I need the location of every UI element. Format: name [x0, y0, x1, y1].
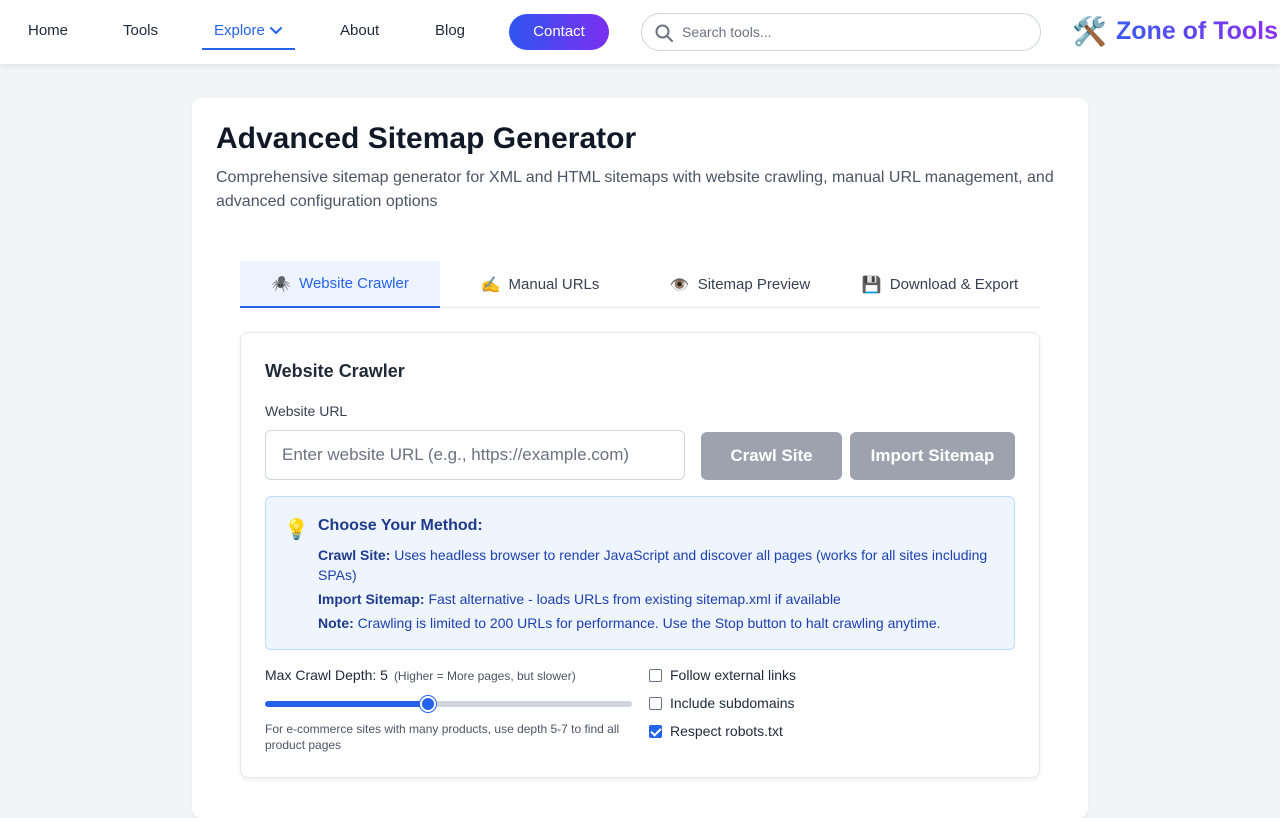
- tab-sitemap-preview[interactable]: 👁️ Sitemap Preview: [640, 261, 840, 308]
- search-box[interactable]: [641, 13, 1041, 51]
- method-info-box: 💡 Choose Your Method: Crawl Site: Uses h…: [265, 496, 1015, 650]
- checkbox-label: Include subdomains: [670, 695, 795, 711]
- tab-website-crawler[interactable]: 🕷️ Website Crawler: [240, 261, 440, 308]
- website-url-label: Website URL: [265, 403, 348, 419]
- max-crawl-depth-label: Max Crawl Depth: 5 (Higher = More pages, …: [265, 667, 576, 683]
- writing-hand-icon: ✍️: [480, 276, 501, 294]
- info-note-text: Crawling is limited to 200 URLs for perf…: [353, 615, 941, 631]
- follow-external-links-option[interactable]: Follow external links: [649, 667, 796, 683]
- nav-link-tools[interactable]: Tools: [123, 22, 158, 39]
- info-note: Note: Crawling is limited to 200 URLs fo…: [318, 613, 998, 633]
- tools-logo-icon: 🛠️: [1072, 16, 1107, 47]
- info-note-label: Note:: [318, 615, 354, 631]
- tab-download-export[interactable]: 💾 Download & Export: [840, 261, 1040, 308]
- crawl-depth-slider[interactable]: [265, 696, 632, 712]
- depth-hint: (Higher = More pages, but slower): [393, 669, 576, 683]
- info-title: Choose Your Method:: [318, 517, 483, 534]
- respect-robots-checkbox[interactable]: [649, 724, 662, 738]
- tab-label: Download & Export: [889, 276, 1019, 293]
- nav-link-explore[interactable]: Explore: [202, 12, 295, 50]
- eye-icon: 👁️: [669, 276, 690, 294]
- nav-explore-label: Explore: [214, 22, 265, 39]
- include-subdomains-checkbox[interactable]: [649, 696, 662, 710]
- nav-link-home[interactable]: Home: [28, 22, 68, 39]
- respect-robots-option[interactable]: Respect robots.txt: [649, 723, 783, 739]
- info-import-text: Fast alternative - loads URLs from exist…: [424, 591, 841, 607]
- checkbox-label: Respect robots.txt: [670, 723, 783, 739]
- tab-label: Manual URLs: [508, 276, 600, 293]
- lightbulb-icon: 💡: [284, 519, 309, 541]
- nav-link-about[interactable]: About: [340, 22, 379, 39]
- panel-title: Website Crawler: [265, 361, 405, 381]
- tab-label: Sitemap Preview: [697, 276, 811, 293]
- search-input[interactable]: [682, 20, 1022, 44]
- info-import-label: Import Sitemap:: [318, 591, 425, 607]
- info-crawl-text: Uses headless browser to render JavaScri…: [318, 547, 988, 583]
- website-url-input[interactable]: [265, 430, 685, 480]
- info-crawl-label: Crawl Site:: [318, 547, 391, 563]
- search-icon: [655, 24, 673, 42]
- info-crawl-site: Crawl Site: Uses headless browser to ren…: [318, 545, 998, 585]
- follow-external-links-checkbox[interactable]: [649, 668, 662, 682]
- top-navigation-bar: Home Tools Explore About Blog Contact 🛠️…: [0, 0, 1280, 64]
- nav-link-blog[interactable]: Blog: [435, 22, 465, 39]
- spider-icon: 🕷️: [271, 275, 292, 293]
- tab-bar: 🕷️ Website Crawler ✍️ Manual URLs 👁️ Sit…: [240, 261, 1040, 308]
- checkbox-label: Follow external links: [670, 667, 797, 683]
- contact-button[interactable]: Contact: [509, 14, 609, 50]
- main-content-card: Advanced Sitemap Generator Comprehensive…: [192, 98, 1088, 818]
- info-import-sitemap: Import Sitemap: Fast alternative - loads…: [318, 589, 998, 609]
- crawl-site-button[interactable]: Crawl Site: [701, 432, 842, 480]
- depth-label-text: Max Crawl Depth: 5: [265, 667, 388, 683]
- import-sitemap-button[interactable]: Import Sitemap: [850, 432, 1015, 480]
- page-description: Comprehensive sitemap generator for XML …: [216, 169, 1054, 210]
- site-logo-text[interactable]: Zone of Tools: [1116, 17, 1278, 46]
- tab-label: Website Crawler: [299, 275, 409, 292]
- floppy-disk-icon: 💾: [861, 276, 882, 294]
- slider-fill: [265, 701, 428, 707]
- depth-note: For e-commerce sites with many products,…: [265, 722, 620, 752]
- slider-thumb[interactable]: [420, 696, 436, 712]
- chevron-down-icon: [270, 27, 282, 34]
- website-crawler-panel: Website Crawler Website URL Crawl Site I…: [240, 332, 1040, 778]
- include-subdomains-option[interactable]: Include subdomains: [649, 695, 795, 711]
- page-title: Advanced Sitemap Generator: [216, 122, 637, 155]
- tab-manual-urls[interactable]: ✍️ Manual URLs: [440, 261, 640, 308]
